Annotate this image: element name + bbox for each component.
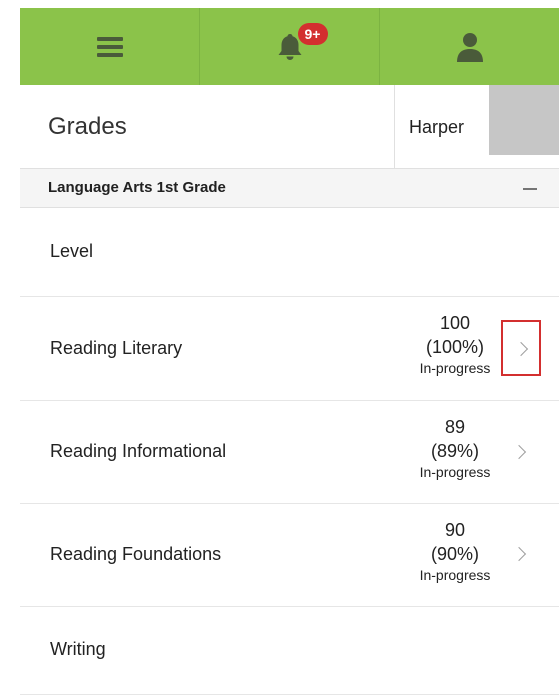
highlight-annotation <box>501 320 541 376</box>
grade-summary: 90 (90%) In-progress <box>410 518 500 584</box>
grade-status: In-progress <box>419 464 491 480</box>
student-name: Harper <box>409 117 465 137</box>
student-avatar-placeholder <box>489 85 559 155</box>
grade-status: In-progress <box>419 567 491 583</box>
row-label: Writing <box>50 639 106 659</box>
grade-status: In-progress <box>419 360 491 376</box>
grade-percent: (90%) <box>430 544 479 564</box>
student-selector[interactable]: Harper <box>394 85 559 169</box>
chevron-right-icon[interactable] <box>511 546 527 562</box>
grade-row-level: Level <box>20 208 559 297</box>
grade-score: 100 <box>439 313 471 333</box>
menu-button[interactable] <box>20 8 199 85</box>
row-label: Reading Informational <box>50 441 227 461</box>
hamburger-menu-icon[interactable] <box>96 36 123 57</box>
course-title: Language Arts 1st Grade <box>48 179 226 196</box>
grade-percent: (100%) <box>425 337 485 357</box>
grade-percent: (89%) <box>430 441 479 461</box>
grade-row-writing: Writing <box>20 607 559 695</box>
grade-row-reading-literary[interactable]: Reading Literary 100 (100%) In-progress <box>20 297 559 401</box>
notification-badge: 9+ <box>297 22 328 45</box>
row-label: Reading Literary <box>50 338 183 358</box>
grade-score: 90 <box>444 520 466 540</box>
bell-icon[interactable]: 9+ <box>276 22 328 62</box>
row-label: Level <box>50 241 94 261</box>
notifications-button[interactable]: 9+ <box>199 8 379 85</box>
minus-icon[interactable] <box>523 188 537 190</box>
grade-summary: 100 (100%) In-progress <box>410 311 500 377</box>
person-icon[interactable] <box>455 31 485 63</box>
grade-summary: 89 (89%) In-progress <box>410 415 500 481</box>
top-nav-bar: 9+ <box>20 8 559 85</box>
grade-row-reading-foundations[interactable]: Reading Foundations 90 (90%) In-progress <box>20 504 559 607</box>
page-title: Grades <box>48 113 127 140</box>
grade-row-reading-informational[interactable]: Reading Informational 89 (89%) In-progre… <box>20 401 559 504</box>
course-section-header[interactable]: Language Arts 1st Grade <box>20 169 559 208</box>
chevron-right-icon[interactable] <box>511 444 527 460</box>
grade-score: 89 <box>444 417 466 437</box>
profile-button[interactable] <box>379 8 559 85</box>
page-header: Grades Harper <box>20 85 559 169</box>
row-label: Reading Foundations <box>50 544 222 564</box>
